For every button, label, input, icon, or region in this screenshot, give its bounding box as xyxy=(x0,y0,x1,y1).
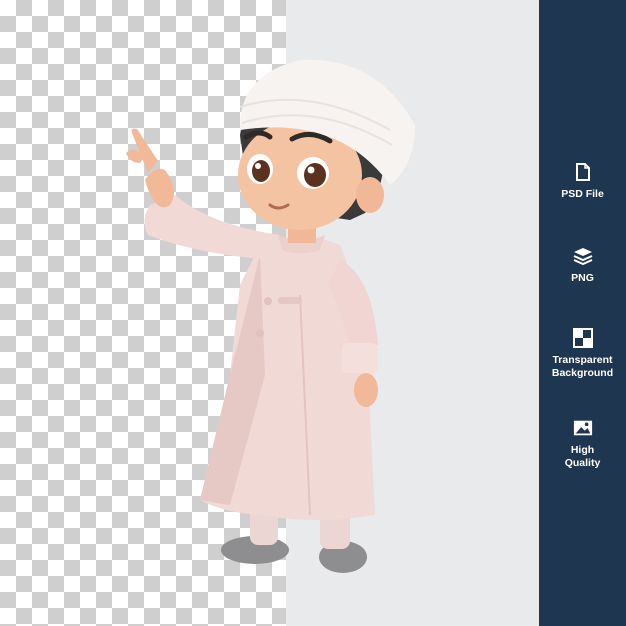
features-sidebar: PSD File PNG Transparent Background High… xyxy=(539,0,626,626)
image-icon xyxy=(573,418,593,438)
feature-psd-file: PSD File xyxy=(539,162,626,201)
feature-label: High Quality xyxy=(564,444,601,469)
feature-high-quality: High Quality xyxy=(539,418,626,470)
file-icon xyxy=(573,162,593,182)
preview-canvas: PSD File PNG Transparent Background High… xyxy=(0,0,626,626)
feature-label: PNG xyxy=(571,272,594,284)
feature-transparent-background: Transparent Background xyxy=(539,328,626,380)
feature-label: Transparent Background xyxy=(551,354,614,379)
feature-label: PSD File xyxy=(561,188,604,200)
transparency-icon xyxy=(572,328,593,348)
layers-icon xyxy=(573,246,593,266)
boy-character-figure xyxy=(126,59,415,573)
feature-png: PNG xyxy=(539,246,626,285)
